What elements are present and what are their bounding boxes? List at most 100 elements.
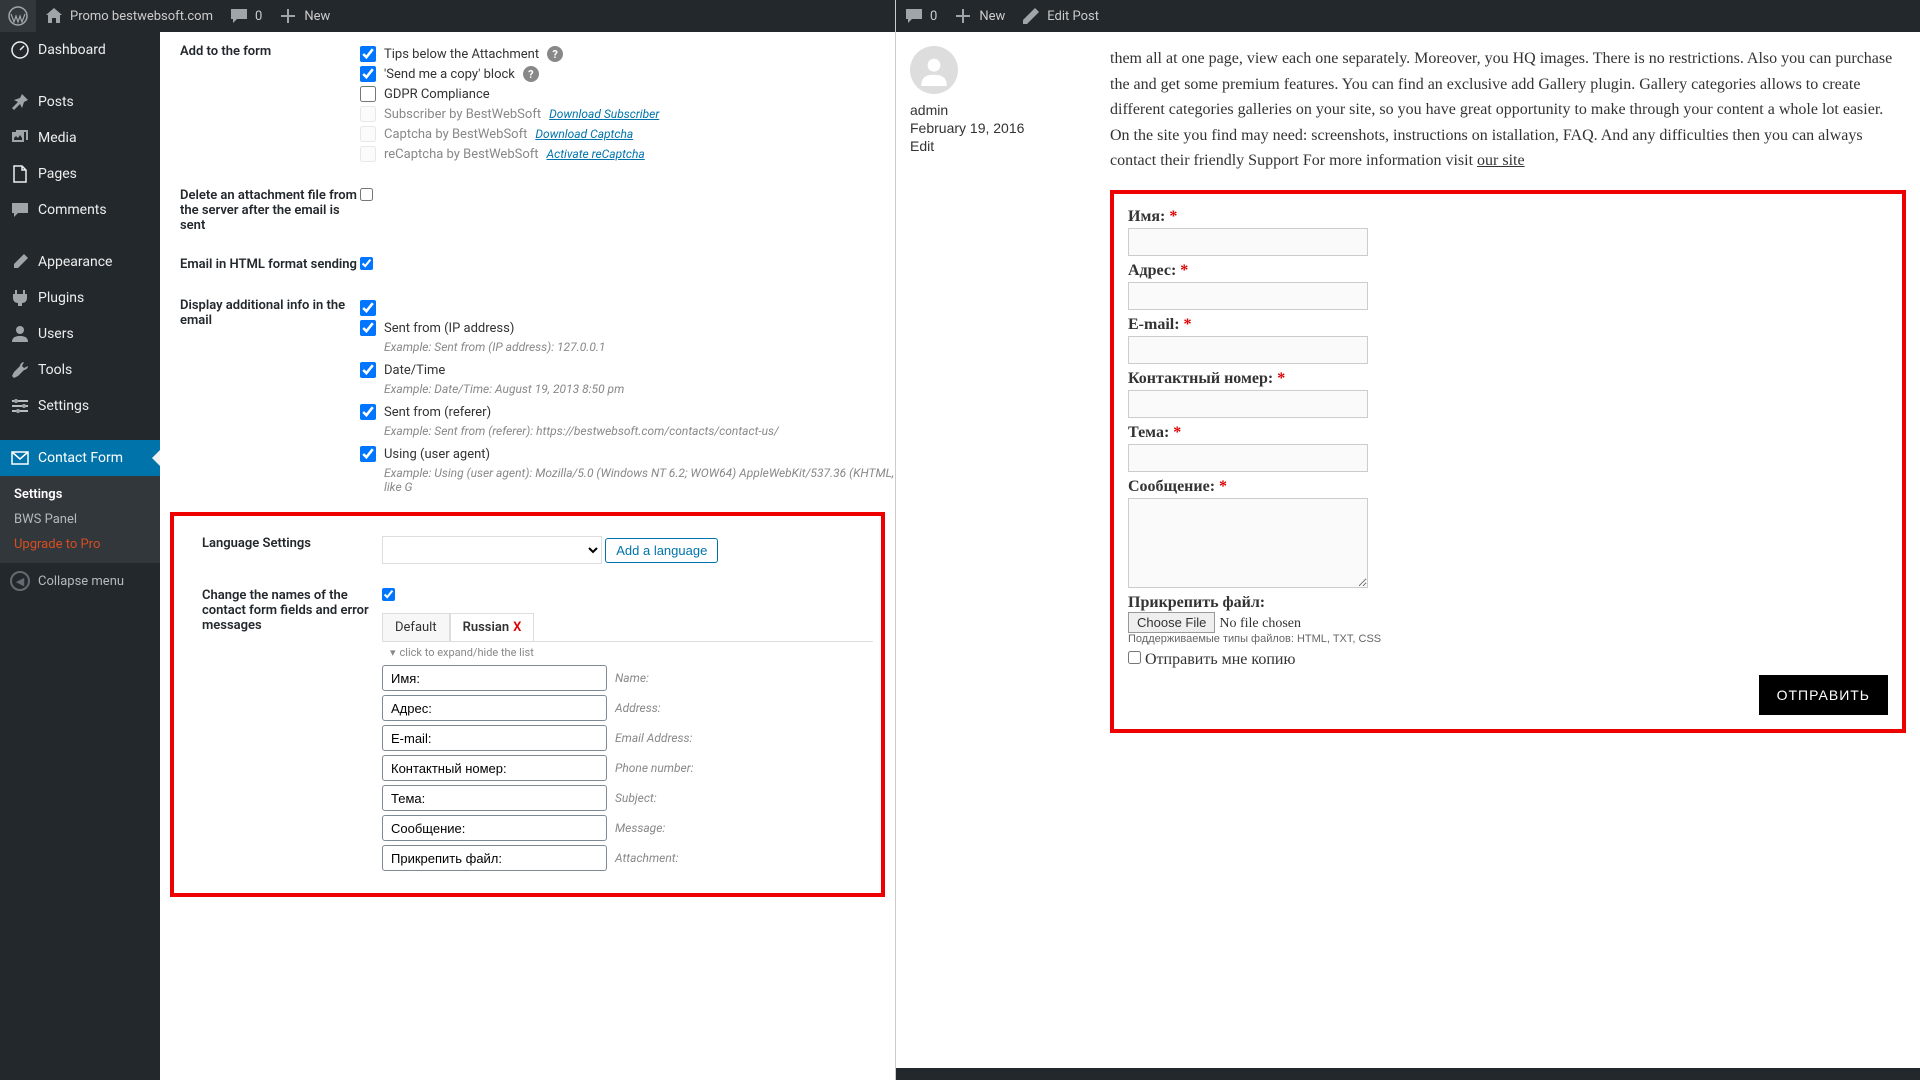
comments-menu[interactable]: 0 xyxy=(221,0,270,32)
download-captcha-link[interactable]: Download Captcha xyxy=(535,127,633,141)
sidebar-item-label: Comments xyxy=(38,202,107,218)
sidebar-item-plugins[interactable]: Plugins xyxy=(0,280,160,316)
cf-name-input[interactable] xyxy=(1128,228,1368,256)
submenu-upgrade[interactable]: Upgrade to Pro xyxy=(0,532,160,557)
sidebar-item-users[interactable]: Users xyxy=(0,316,160,352)
wp-logo-menu[interactable] xyxy=(0,0,36,32)
ip-example: Example: Sent from (IP address): 127.0.0… xyxy=(360,338,895,360)
envelope-icon xyxy=(10,448,30,468)
field-name-input[interactable] xyxy=(382,785,607,811)
delete-attachment-checkbox[interactable] xyxy=(360,188,373,201)
edit-link[interactable]: Edit xyxy=(910,138,1090,154)
field-name-input[interactable] xyxy=(382,725,607,751)
admin-sidebar: Dashboard Posts Media Pages Comments App… xyxy=(0,32,160,1080)
cf-submit-button[interactable]: ОТПРАВИТЬ xyxy=(1759,675,1888,715)
sidebar-item-label: Plugins xyxy=(38,290,84,306)
add-language-button[interactable]: Add a language xyxy=(605,538,718,563)
activate-recaptcha-link[interactable]: Activate reCaptcha xyxy=(547,147,645,161)
post-content: them all at one page, view each one sepa… xyxy=(1110,46,1906,174)
edit-post-menu[interactable]: Edit Post xyxy=(1013,0,1107,32)
download-subscriber-link[interactable]: Download Subscriber xyxy=(549,107,659,121)
post-date[interactable]: February 19, 2016 xyxy=(910,120,1090,136)
sidebar-item-settings[interactable]: Settings xyxy=(0,388,160,424)
sidebar-item-contact-form[interactable]: Contact Form xyxy=(0,440,160,476)
cf-sendcopy-checkbox[interactable] xyxy=(1128,651,1141,664)
agent-checkbox[interactable] xyxy=(360,446,376,462)
field-name-row: Message: xyxy=(382,813,873,843)
sendcopy-checkbox[interactable] xyxy=(360,66,376,82)
cf-message-label: Сообщение: * xyxy=(1128,478,1227,495)
edit-label: Edit Post xyxy=(1047,9,1099,24)
field-name-row: Address: xyxy=(382,693,873,723)
sidebar-item-media[interactable]: Media xyxy=(0,120,160,156)
cf-attach-label: Прикрепить файл: xyxy=(1128,594,1265,611)
field-name-row: Subject: xyxy=(382,783,873,813)
submenu-settings[interactable]: Settings xyxy=(0,482,160,507)
expand-toggle[interactable]: click to expand/hide the list xyxy=(382,642,873,663)
tab-default[interactable]: Default xyxy=(382,613,450,641)
field-name-row: Email Address: xyxy=(382,723,873,753)
tips-checkbox[interactable] xyxy=(360,46,376,62)
comments-menu[interactable]: 0 xyxy=(896,0,945,32)
comment-icon xyxy=(229,6,249,26)
field-name-input[interactable] xyxy=(382,815,607,841)
sidebar-item-appearance[interactable]: Appearance xyxy=(0,244,160,280)
cf-phone-input[interactable] xyxy=(1128,390,1368,418)
cf-subject-label: Тема: * xyxy=(1128,424,1181,441)
cf-address-input[interactable] xyxy=(1128,282,1368,310)
sidebar-item-label: Settings xyxy=(38,398,89,414)
our-site-link[interactable]: our site xyxy=(1477,152,1525,169)
date-checkbox[interactable] xyxy=(360,362,376,378)
sidebar-item-tools[interactable]: Tools xyxy=(0,352,160,388)
cf-message-input[interactable] xyxy=(1128,498,1368,588)
comments-count: 0 xyxy=(255,9,262,24)
date-example: Example: Date/Time: August 19, 2013 8:50… xyxy=(360,380,895,402)
sidebar-item-label: Pages xyxy=(38,166,77,182)
file-status: No file chosen xyxy=(1219,616,1301,631)
referer-checkbox[interactable] xyxy=(360,404,376,420)
sidebar-item-comments[interactable]: Comments xyxy=(0,192,160,228)
gdpr-checkbox[interactable] xyxy=(360,86,376,102)
plus-icon xyxy=(953,6,973,26)
change-names-checkbox[interactable] xyxy=(382,588,395,601)
post-preview: admin February 19, 2016 Edit them all at… xyxy=(896,32,1920,1080)
field-name-input[interactable] xyxy=(382,695,607,721)
field-name-input[interactable] xyxy=(382,755,607,781)
ip-checkbox[interactable] xyxy=(360,320,376,336)
author-link[interactable]: admin xyxy=(910,102,1090,118)
html-format-checkbox[interactable] xyxy=(360,257,373,270)
tab-russian[interactable]: RussianX xyxy=(450,613,535,641)
site-name-menu[interactable]: Promo bestwebsoft.com xyxy=(36,0,221,32)
add-to-form-label: Add to the form xyxy=(160,44,360,164)
help-icon[interactable]: ? xyxy=(523,66,539,82)
admin-toolbar-right: 0 New Edit Post xyxy=(896,0,1920,32)
new-content-menu[interactable]: New xyxy=(270,0,338,32)
sidebar-item-posts[interactable]: Posts xyxy=(0,84,160,120)
sendcopy-label: 'Send me a copy' block xyxy=(384,67,515,82)
display-info-master-checkbox[interactable] xyxy=(360,300,376,316)
contact-form-highlight: Имя: * Адрес: * E-mail: * Контактный ном… xyxy=(1110,190,1906,733)
field-name-input[interactable] xyxy=(382,845,607,871)
collapse-menu-button[interactable]: ◀Collapse menu xyxy=(0,563,160,599)
sidebar-item-label: Contact Form xyxy=(38,450,123,466)
html-format-label: Email in HTML format sending xyxy=(160,257,360,274)
submenu-bws-panel[interactable]: BWS Panel xyxy=(0,507,160,532)
cf-email-input[interactable] xyxy=(1128,336,1368,364)
field-name-hint: Subject: xyxy=(615,791,657,805)
field-name-input[interactable] xyxy=(382,665,607,691)
field-name-hint: Phone number: xyxy=(615,761,694,775)
language-select[interactable] xyxy=(382,536,602,564)
field-name-hint: Message: xyxy=(615,821,665,835)
cf-address-label: Адрес: * xyxy=(1128,262,1188,279)
cf-sendcopy-label: Отправить мне копию xyxy=(1145,651,1295,668)
field-name-hint: Attachment: xyxy=(615,851,678,865)
close-icon[interactable]: X xyxy=(513,620,521,635)
sidebar-item-pages[interactable]: Pages xyxy=(0,156,160,192)
subscriber-label: Subscriber by BestWebSoft xyxy=(384,107,541,122)
cf-subject-input[interactable] xyxy=(1128,444,1368,472)
new-content-menu[interactable]: New xyxy=(945,0,1013,32)
sidebar-item-dashboard[interactable]: Dashboard xyxy=(0,32,160,68)
help-icon[interactable]: ? xyxy=(547,46,563,62)
choose-file-button[interactable]: Choose File xyxy=(1128,612,1215,633)
comment-icon xyxy=(10,200,30,220)
